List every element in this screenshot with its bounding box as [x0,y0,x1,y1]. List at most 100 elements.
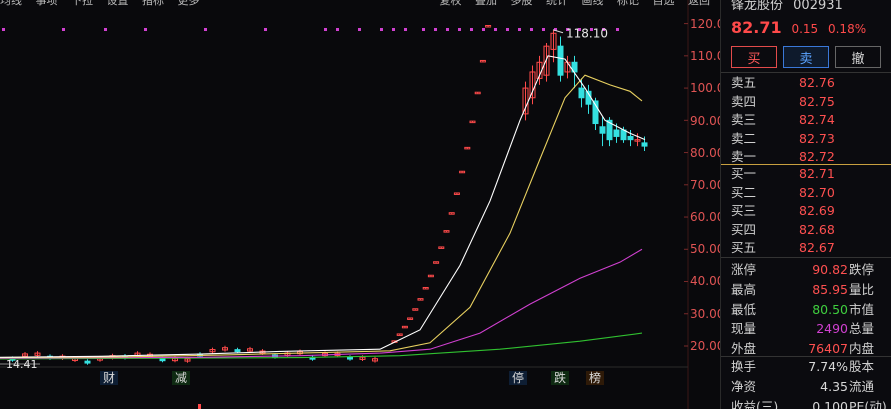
candle-down [641,142,648,147]
stock-code: 002931 [793,0,843,13]
event-marker [404,28,407,31]
stat-label: 现量 [731,321,757,337]
bid-label: 买四 [731,221,757,237]
stat-label-right: 跌停 [849,262,875,277]
ask-row: 卖四 82.75 [721,93,891,112]
buy-button[interactable]: 买 [731,46,777,68]
ma5-line [0,55,646,358]
bid-list: 买一 82.71 买二 82.70 买三 82.69 买四 82.68 买五 82.67 [721,165,891,258]
toolbar-item[interactable]: 更多 [178,0,200,8]
price-tick-label: 70.00 [690,178,725,192]
toolbar-item[interactable]: 返回 [688,0,710,8]
toolbar-item[interactable]: 统计 [546,0,568,8]
current-price: 82.71 [731,18,782,37]
trade-buttons: 买 卖 撤 [731,46,881,68]
event-tag-finance[interactable]: 财 [100,371,119,385]
ask-price: 82.75 [799,93,835,109]
toolbar-item[interactable]: 复权 [440,0,462,8]
event-marker [458,28,461,31]
high-price-label: 118.10 [566,27,608,41]
ask-label: 卖三 [731,112,757,128]
stat-label-right: 流通 [849,378,875,394]
stat-value: 4.35 [820,378,848,394]
candle-down [613,129,620,137]
sell-button[interactable]: 卖 [783,46,829,68]
event-marker [422,28,425,31]
stat-label-right: PE(动) [849,398,887,409]
bid-label: 买三 [731,203,757,219]
toolbar-item[interactable]: 均线 [0,0,22,8]
ask-row: 卖三 82.74 [721,111,891,130]
stat-row: 净资 4.35 流通 [721,377,891,397]
price-change: 0.15 [791,22,819,36]
price-change-pct: 0.18% [827,22,867,36]
high-pointer [552,29,564,34]
ask-list: 卖五 82.76 卖四 82.75 卖三 82.74 卖二 82.73 卖一 82.72 [721,74,891,167]
quote-panel: 锋龙股份 002931 82.71 0.15 0.18% 买 卖 撤 卖五 82.… [720,0,891,409]
candle-down [599,126,606,134]
price-tick-label: 40.00 [690,274,725,288]
toolbar-item[interactable]: 指标 [142,0,164,8]
candle-down [234,349,241,353]
ma10-line [0,74,643,359]
toolbar-item[interactable]: 事项 [36,0,58,8]
ask-price: 82.74 [799,112,835,128]
event-marker [482,28,485,31]
quote-row: 82.71 0.15 0.18% [731,18,866,37]
event-marker [2,28,5,31]
low-price-label: 14.41 [6,358,38,371]
ask-price: 82.76 [799,75,835,90]
event-marker [144,28,147,31]
candle-down [578,87,585,99]
event-marker [62,28,65,31]
event-marker [380,28,383,31]
stat-label: 净资 [731,378,757,394]
divider [721,72,891,73]
stat-value: 90.82 [812,262,848,277]
event-tag-reduce[interactable]: 减 [172,371,191,385]
stat-label-right: 总量 [849,321,875,337]
ask-row: 卖二 82.73 [721,130,891,149]
event-marker [446,28,449,31]
divider [721,257,891,258]
toolbar-item[interactable]: 多股 [511,0,533,8]
stat-label: 换手 [731,359,757,374]
stat-label: 最高 [731,281,757,297]
toolbar-item[interactable]: 标记 [617,0,639,8]
bid-label: 买五 [731,240,757,256]
event-marker [542,28,545,31]
stat-row: 涨停 90.82 跌停 [721,260,891,280]
stat-row: 收益(三) 0.100 PE(动) [721,397,891,409]
bid-price: 82.71 [799,166,835,181]
price-tick-label: 90.00 [690,114,725,128]
stat-label-right: 股本 [849,359,875,374]
event-tag-suspend[interactable]: 停 [509,371,528,385]
candle-down [159,358,166,362]
toolbar-item[interactable]: 叠加 [475,0,497,8]
bid-label: 买一 [731,166,757,181]
cancel-order-button[interactable]: 撤 [835,46,881,68]
stat-label: 收益(三) [731,398,779,409]
bid-label: 买二 [731,184,757,200]
stat-row: 现量 2490 总量 [721,319,891,339]
event-tag-drop[interactable]: 跌 [551,371,570,385]
bid-row: 买四 82.68 [721,221,891,240]
candle-down [557,45,564,76]
chart-toolbar: 均线 事项 下拉 设置 指标 更多 复权 叠加 多股 统计 画线 标记 自选 返… [0,0,720,8]
event-marker [518,28,521,31]
toolbar-item[interactable]: 自选 [653,0,675,8]
kline-chart-area[interactable]: 118.10 14.41 均线 事项 下拉 设置 指标 更多 复权 叠加 多股 统… [0,0,732,409]
event-marker [104,28,107,31]
ask-label: 卖四 [731,93,757,109]
price-tick-label: 30.00 [690,307,725,321]
toolbar-item[interactable]: 下拉 [71,0,93,8]
event-marker [506,28,509,31]
bid-row: 买三 82.69 [721,202,891,221]
event-tag-billboard[interactable]: 榜 [586,371,605,385]
toolbar-item[interactable]: 设置 [107,0,129,8]
toolbar-item[interactable]: 画线 [582,0,604,8]
price-tick-label: 20.00 [690,339,725,353]
bid-price: 82.69 [799,203,835,219]
event-marker [616,28,619,31]
kline-chart[interactable]: 118.10 14.41 [0,0,720,409]
